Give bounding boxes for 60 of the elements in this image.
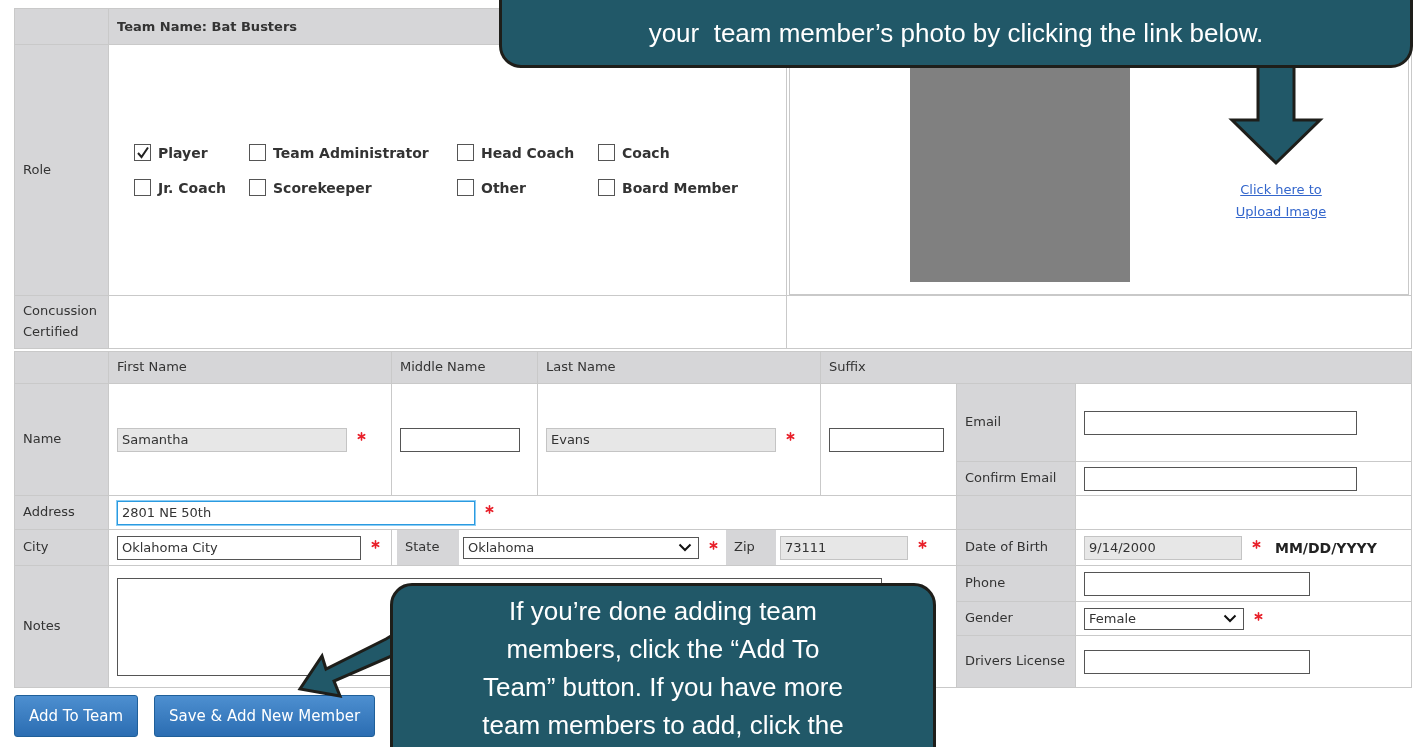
text-field[interactable]: 2801 NE 50th <box>117 500 475 525</box>
checkbox-label: Other <box>481 179 526 196</box>
gender-dropdown[interactable]: Female <box>1084 607 1244 630</box>
required-asterisk-icon <box>485 504 494 514</box>
text-field[interactable] <box>1084 571 1310 596</box>
required-asterisk-icon <box>357 431 366 441</box>
text-field[interactable]: Oklahoma City <box>117 535 361 560</box>
checkbox[interactable] <box>598 144 615 161</box>
required-asterisk-icon <box>1252 539 1261 549</box>
checkbox-label: Player <box>158 144 208 161</box>
field-label: Phone <box>965 574 1006 593</box>
field-label: Drivers License <box>965 652 1065 671</box>
callout-text: your team member’s photo by clicking the link below. <box>648 18 1264 49</box>
team-name-heading: Team Name: Bat Busters <box>117 19 298 34</box>
required-asterisk-icon <box>786 431 795 441</box>
checkbox-label: Scorekeeper <box>273 179 372 196</box>
field-label: Concussion Certified <box>23 302 98 341</box>
field-label: Email <box>965 413 1002 432</box>
required-asterisk-icon <box>371 539 380 549</box>
field-label: State <box>405 538 440 557</box>
required-asterisk-icon <box>1254 611 1263 621</box>
checkbox-label: Jr. Coach <box>158 179 226 196</box>
field-label: Last Name <box>546 358 616 377</box>
field-label: Notes <box>23 617 61 636</box>
required-asterisk-icon <box>709 540 718 550</box>
text-field[interactable] <box>829 427 944 452</box>
checkbox[interactable] <box>134 144 151 161</box>
chevron-down-icon <box>678 543 692 552</box>
checkbox[interactable] <box>457 144 474 161</box>
upload-image-link[interactable]: Click here to Upload Image <box>1226 179 1336 224</box>
field-label: Confirm Email <box>965 469 1057 488</box>
field-label: Address <box>23 503 75 522</box>
form-button[interactable]: Save & Add New Member <box>154 695 376 737</box>
checkbox[interactable] <box>249 179 266 196</box>
field-label: Suffix <box>829 358 866 377</box>
field-label: First Name <box>117 358 187 377</box>
checkbox[interactable] <box>457 179 474 196</box>
chevron-down-icon <box>1223 614 1237 623</box>
field-label: Name <box>23 430 62 449</box>
field-label: City <box>23 538 49 557</box>
checkbox-label: Head Coach <box>481 144 575 161</box>
checkbox[interactable] <box>134 179 151 196</box>
checkbox-label: Board Member <box>622 179 738 196</box>
field-label: Role <box>23 160 51 179</box>
text-field[interactable] <box>1084 649 1310 674</box>
form-button[interactable]: Add To Team <box>14 695 138 737</box>
field-label: Middle Name <box>400 358 486 377</box>
checkbox[interactable] <box>598 179 615 196</box>
text-field[interactable] <box>1084 410 1357 435</box>
field-label: Date of Birth <box>965 538 1049 557</box>
checkbox-label: Coach <box>622 144 670 161</box>
date-format-hint: MM/DD/YYYY <box>1275 539 1377 556</box>
field-label: Zip <box>734 538 755 557</box>
checkbox[interactable] <box>249 144 266 161</box>
text-field[interactable] <box>400 427 520 452</box>
callout-text: If you’re done adding team members, click the “Add To Team” button. If you have more team members to add, click the <box>482 596 844 740</box>
required-asterisk-icon <box>918 539 927 549</box>
field-label: Gender <box>965 609 1013 628</box>
text-field[interactable] <box>1084 466 1357 491</box>
checkbox-label: Team Administrator <box>273 144 429 161</box>
